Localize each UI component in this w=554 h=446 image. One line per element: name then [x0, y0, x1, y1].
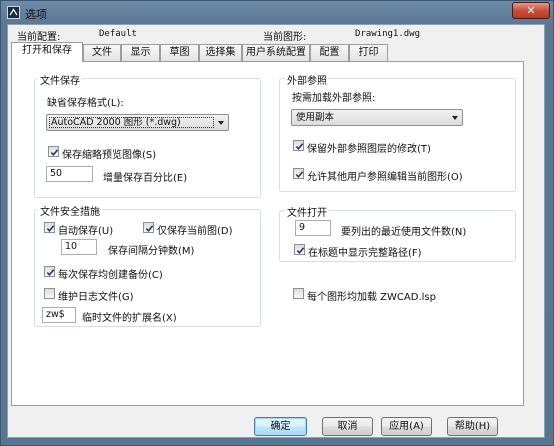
tab-files[interactable]: 文件	[83, 44, 121, 61]
backup-label: 每次保存均创建备份(C)	[58, 270, 163, 281]
tab-open-save[interactable]: 打开和保存	[11, 42, 83, 62]
xref-group-title: 外部参照	[285, 72, 329, 87]
load-lsp-label: 每个图形均加载 ZWCAD.lsp	[307, 292, 436, 303]
tab-drafting[interactable]: 草图	[160, 44, 199, 61]
recent-files-label: 要列出的最近使用文件数(N)	[341, 227, 467, 238]
autosave-checkbox[interactable]	[44, 222, 55, 233]
thumbnail-label: 保存缩略预览图像(S)	[62, 150, 157, 161]
full-path-checkbox[interactable]	[294, 244, 305, 255]
checkmark-icon	[295, 171, 304, 178]
tab-plot[interactable]: 打印	[349, 44, 388, 61]
xref-demand-dropdown[interactable]: 使用副本	[291, 109, 463, 126]
checkmark-icon	[46, 225, 55, 232]
file-save-group-title: 文件保存	[38, 72, 82, 87]
allow-ref-edit-label: 允许其他用户参照编辑当前图形(O)	[307, 172, 463, 183]
load-lsp-checkbox[interactable]	[293, 288, 304, 299]
thumbnail-checkbox[interactable]	[48, 146, 59, 157]
tab-user-preferences[interactable]: 用户系统配置	[242, 44, 310, 61]
app-icon	[7, 6, 20, 19]
checkmark-icon	[50, 149, 59, 156]
incremental-save-input[interactable]: 50	[46, 166, 93, 182]
checkmark-icon	[295, 143, 304, 150]
save-format-label: 缺省保存格式(L):	[47, 98, 124, 109]
temp-extension-input[interactable]: zw$	[42, 307, 76, 323]
chevron-down-icon	[218, 121, 224, 125]
retain-xref-changes-checkbox[interactable]	[293, 140, 304, 151]
xref-demand-value: 使用副本	[296, 112, 335, 123]
help-button[interactable]: 帮助(H)	[447, 417, 498, 436]
current-config-value: Default	[99, 29, 137, 39]
retain-xref-changes-label: 保留外部参照图层的修改(T)	[307, 144, 431, 155]
chevron-down-icon	[452, 116, 458, 120]
autosave-current-checkbox[interactable]	[143, 222, 154, 233]
backup-checkbox[interactable]	[44, 266, 55, 277]
allow-ref-edit-checkbox[interactable]	[293, 168, 304, 179]
file-safety-group-title: 文件安全措施	[38, 203, 102, 218]
xref-demand-label: 按需加载外部参照:	[292, 93, 376, 104]
current-drawing-value: Drawing1.dwg	[355, 29, 421, 39]
apply-button[interactable]: 应用(A)	[381, 417, 432, 436]
focus-rect	[49, 117, 214, 128]
save-format-dropdown[interactable]: AutoCAD 2000 图形 (*.dwg)	[46, 114, 229, 131]
close-icon: ✕	[526, 4, 536, 17]
tab-display[interactable]: 显示	[121, 44, 160, 61]
ok-button[interactable]: 确定	[254, 417, 307, 436]
autosave-current-label: 仅保存当前图(D)	[157, 226, 233, 237]
checkmark-icon	[145, 225, 154, 232]
current-drawing-label: 当前图形:	[263, 32, 307, 43]
tab-profiles[interactable]: 配置	[310, 44, 349, 61]
incremental-save-label: 增量保存百分比(E)	[103, 173, 188, 184]
file-open-group-title: 文件打开	[285, 204, 329, 219]
temp-extension-label: 临时文件的扩展名(X)	[82, 313, 177, 324]
current-config-label: 当前配置:	[17, 32, 61, 43]
close-button[interactable]: ✕	[512, 2, 550, 19]
checkmark-icon	[46, 269, 55, 276]
log-file-label: 维护日志文件(G)	[58, 292, 134, 303]
autosave-label: 自动保存(U)	[58, 226, 114, 237]
title-bar[interactable]: 选项 ✕	[1, 1, 553, 25]
log-file-checkbox[interactable]	[44, 288, 55, 299]
full-path-label: 在标题中显示完整路径(F)	[308, 248, 422, 259]
recent-files-input[interactable]: 9	[295, 220, 331, 236]
autosave-minutes-input[interactable]: 10	[61, 239, 97, 255]
tab-selection[interactable]: 选择集	[199, 44, 242, 61]
autosave-minutes-label: 保存间隔分钟数(M)	[108, 246, 195, 257]
checkmark-icon	[296, 247, 305, 254]
cancel-button[interactable]: 取消	[322, 417, 373, 436]
window-title: 选项	[25, 8, 47, 21]
